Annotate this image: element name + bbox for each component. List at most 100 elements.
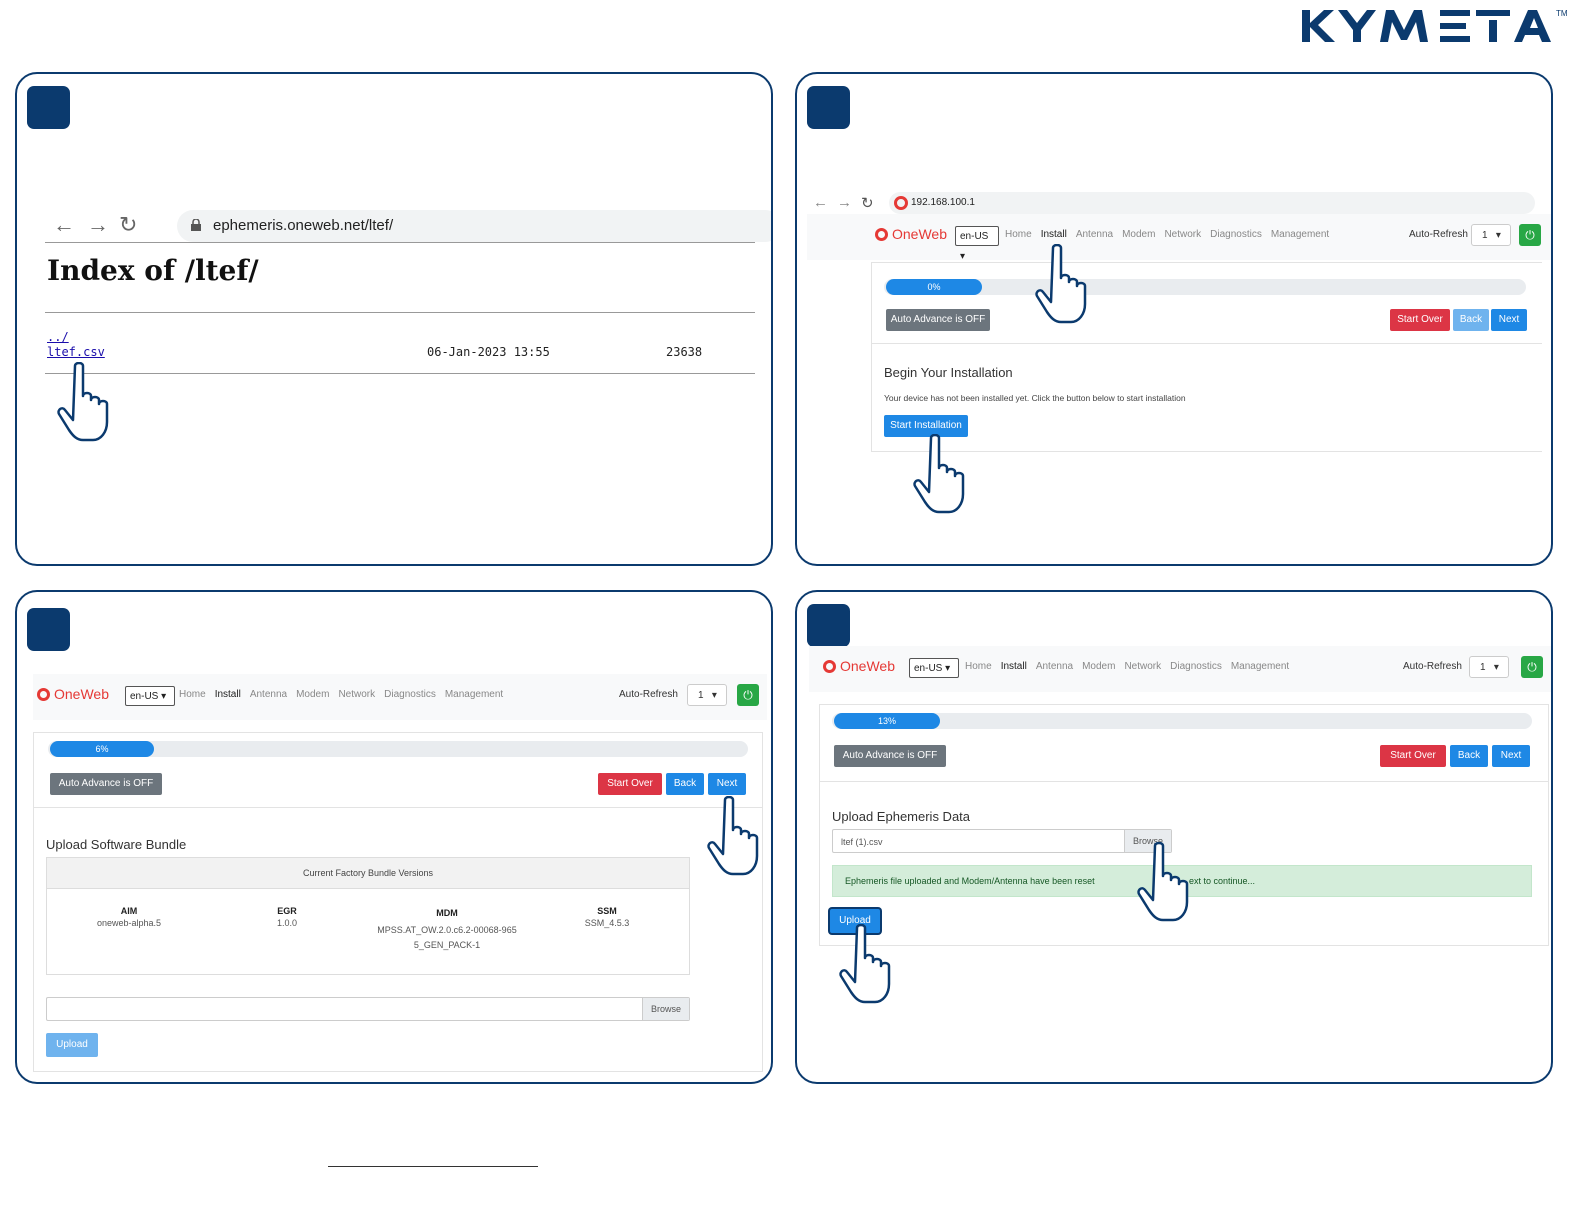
oneweb-ring-icon [37, 687, 50, 701]
kymeta-logo: TM [1302, 9, 1568, 42]
auto-advance-button[interactable]: Auto Advance is OFF [886, 309, 990, 331]
url-text: ephemeris.oneweb.net/ltef/ [213, 217, 394, 234]
power-icon[interactable]: ⏻ [737, 684, 759, 706]
menu-install[interactable]: Install [1001, 661, 1027, 672]
parent-dir-link[interactable]: ../ [47, 330, 69, 344]
oneweb-ring-icon [875, 227, 888, 241]
start-over-button[interactable]: Start Over [598, 773, 662, 795]
auto-refresh-value: 1 [1480, 662, 1486, 673]
back-arrow-icon[interactable]: ← [53, 214, 75, 236]
auto-refresh-value: 1 [1482, 230, 1488, 241]
back-button[interactable]: Back [666, 773, 704, 795]
menu-diagnostics[interactable]: Diagnostics [1170, 661, 1222, 672]
menu-diagnostics[interactable]: Diagnostics [1210, 229, 1262, 240]
address-bar[interactable]: 192.168.100.1 [889, 192, 1535, 214]
step-panel-3: OneWeb en-US ▾ Home Install Antenna Modem Ne… [15, 590, 773, 1084]
alert-text-right: ext to continue... [1189, 876, 1256, 886]
auto-refresh-value: 1 [698, 690, 704, 701]
lang-value: en-US [960, 231, 989, 242]
upload-button[interactable]: Upload [46, 1033, 98, 1057]
file-size: 23638 [666, 345, 703, 359]
pointer-hand-icon [839, 924, 891, 1004]
next-button[interactable]: Next [708, 773, 746, 795]
menu-modem[interactable]: Modem [1082, 661, 1115, 672]
menu-management[interactable]: Management [1231, 661, 1289, 672]
auto-refresh-select[interactable]: 1 ▾ [1469, 656, 1509, 678]
address-bar[interactable]: ephemeris.oneweb.net/ltef/ [177, 210, 771, 242]
menu-antenna[interactable]: Antenna [250, 689, 287, 700]
col-value: SSM_4.5.3 [584, 918, 630, 928]
brand-text: OneWeb [840, 658, 895, 674]
menu-network[interactable]: Network [1124, 661, 1161, 672]
auto-advance-button[interactable]: Auto Advance is OFF [834, 745, 946, 767]
menu-diagnostics[interactable]: Diagnostics [384, 689, 436, 700]
next-button[interactable]: Next [1491, 309, 1527, 331]
power-icon[interactable]: ⏻ [1519, 224, 1541, 246]
menu-antenna[interactable]: Antenna [1076, 229, 1113, 240]
file-input[interactable]: Browse [46, 997, 690, 1021]
divider [820, 781, 1548, 782]
menu-management[interactable]: Management [1271, 229, 1329, 240]
bundle-col-ssm: SSM SSM_4.5.3 [567, 906, 647, 928]
pointer-hand-icon [57, 362, 109, 442]
next-button[interactable]: Next [1492, 745, 1530, 767]
auto-refresh-select[interactable]: 1 ▾ [687, 684, 727, 706]
auto-refresh-select[interactable]: 1 ▾ [1471, 224, 1511, 246]
step-panel-2: ← → ↻ 192.168.100.1 OneWeb en-US ▾ Home I… [795, 72, 1553, 566]
menu-home[interactable]: Home [1005, 229, 1032, 240]
menu-install[interactable]: Install [1041, 229, 1067, 240]
oneweb-logo[interactable]: OneWeb [37, 686, 109, 702]
language-select[interactable]: en-US ▾ [125, 686, 175, 706]
step-badge [807, 604, 850, 647]
menu-network[interactable]: Network [338, 689, 375, 700]
auto-refresh-label: Auto-Refresh [619, 689, 678, 700]
menu-network[interactable]: Network [1164, 229, 1201, 240]
reload-icon[interactable]: ↻ [861, 194, 874, 212]
progress-bar: 13% [834, 713, 940, 729]
back-button[interactable]: Back [1453, 309, 1489, 331]
language-select[interactable]: en-US ▾ [909, 658, 959, 678]
url-text: 192.168.100.1 [911, 197, 975, 208]
power-icon[interactable]: ⏻ [1521, 656, 1543, 678]
file-link[interactable]: ltef.csv [47, 345, 105, 359]
divider [872, 343, 1542, 344]
oneweb-logo[interactable]: OneWeb [823, 658, 895, 674]
divider [45, 242, 755, 243]
divider [45, 373, 755, 374]
auto-advance-button[interactable]: Auto Advance is OFF [50, 773, 162, 795]
menu-modem[interactable]: Modem [1122, 229, 1155, 240]
bundle-col-egr: EGR 1.0.0 [247, 906, 327, 928]
pointer-hand-icon [1137, 842, 1189, 922]
back-button[interactable]: Back [1450, 745, 1488, 767]
menu-home[interactable]: Home [179, 689, 206, 700]
oneweb-logo[interactable]: OneWeb [875, 226, 947, 242]
menu-management[interactable]: Management [445, 689, 503, 700]
col-value: 1.0.0 [276, 918, 298, 928]
section-heading: Upload Ephemeris Data [832, 809, 971, 824]
footer-rule [328, 1166, 538, 1167]
start-over-button[interactable]: Start Over [1380, 745, 1446, 767]
install-card: 0% Auto Advance is OFF Start Over Back N… [871, 262, 1542, 452]
page-title: Index of /ltef/ [47, 254, 259, 287]
language-select[interactable]: en-US ▾ [955, 226, 999, 262]
step-panel-1: ← → ↻ ephemeris.oneweb.net/ltef/ Index o… [15, 72, 773, 566]
back-arrow-icon[interactable]: ← [813, 194, 828, 211]
menu-install[interactable]: Install [215, 689, 241, 700]
menu-antenna[interactable]: Antenna [1036, 661, 1073, 672]
section-heading: Begin Your Installation [884, 365, 1013, 380]
browser-toolbar: ← → ↻ ephemeris.oneweb.net/ltef/ [45, 202, 771, 242]
trademark: TM [1556, 9, 1568, 18]
menu-home[interactable]: Home [965, 661, 992, 672]
menu-modem[interactable]: Modem [296, 689, 329, 700]
file-input[interactable]: ltef (1).csv Browse [832, 829, 1172, 853]
browse-button[interactable]: Browse [641, 998, 689, 1020]
pointer-hand-icon [707, 796, 759, 876]
reload-icon[interactable]: ↻ [119, 214, 137, 236]
main-menu: Home Install Antenna Modem Network Diagnostic… [965, 661, 1298, 672]
forward-arrow-icon[interactable]: → [87, 214, 109, 236]
forward-arrow-icon[interactable]: → [837, 194, 852, 211]
start-over-button[interactable]: Start Over [1390, 309, 1450, 331]
col-header: EGR [277, 906, 297, 916]
browser-toolbar: ← → ↻ 192.168.100.1 [809, 192, 1551, 216]
divider [34, 807, 762, 808]
